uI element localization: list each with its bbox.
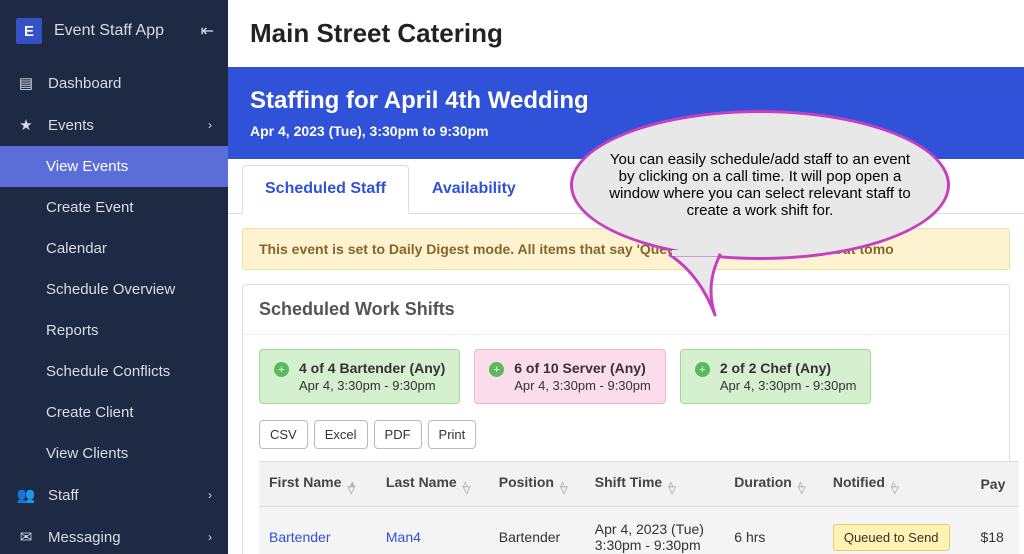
col-last-name[interactable]: Last Name▵▽: [376, 462, 489, 507]
event-datetime: Apr 4, 2023 (Tue), 3:30pm to 9:30pm: [250, 123, 1002, 139]
shift-card-title: 4 of 4 Bartender (Any): [299, 360, 445, 376]
notified-badge: Queued to Send: [833, 524, 950, 551]
brand-name: Event Staff App: [54, 22, 164, 40]
sort-icon: ▲▽: [347, 482, 357, 494]
sidebar-item-label: Schedule Conflicts: [46, 363, 170, 380]
cell-position: Bartender: [489, 507, 585, 554]
cell-pay: $18: [970, 507, 1019, 554]
col-pay[interactable]: Pay: [970, 462, 1019, 507]
sort-icon: ▵▽: [668, 482, 676, 494]
sidebar-item-reports[interactable]: Reports: [0, 310, 228, 351]
sidebar-item-label: View Events: [46, 158, 128, 175]
sidebar-item-schedule-overview[interactable]: Schedule Overview: [0, 269, 228, 310]
sidebar-item-staff[interactable]: 👥 Staff ›: [0, 474, 228, 516]
sidebar-item-label: Schedule Overview: [46, 281, 175, 298]
shift-card-time: Apr 4, 3:30pm - 9:30pm: [299, 378, 445, 393]
export-csv-button[interactable]: CSV: [259, 420, 308, 449]
event-header: Staffing for April 4th Wedding Apr 4, 20…: [228, 67, 1024, 159]
sidebar-item-label: Events: [48, 117, 94, 134]
sidebar-item-label: View Clients: [46, 445, 128, 462]
plus-icon: +: [695, 362, 710, 377]
shift-card-server[interactable]: + 6 of 10 Server (Any) Apr 4, 3:30pm - 9…: [474, 349, 666, 404]
export-pdf-button[interactable]: PDF: [374, 420, 422, 449]
envelope-icon: ✉: [16, 528, 36, 546]
shift-card-time: Apr 4, 3:30pm - 9:30pm: [720, 378, 857, 393]
tab-availability[interactable]: Availability: [409, 165, 539, 213]
plus-icon: +: [274, 362, 289, 377]
brand-logo: E: [16, 18, 42, 44]
star-icon: ★: [16, 116, 36, 134]
sort-icon: ▵▽: [891, 482, 899, 494]
col-notified[interactable]: Notified▵▽: [823, 462, 971, 507]
table-row: Bartender Man4 Bartender Apr 4, 2023 (Tu…: [259, 507, 1019, 554]
collapse-sidebar-icon[interactable]: ⇤: [201, 21, 214, 41]
shift-card-time: Apr 4, 3:30pm - 9:30pm: [514, 378, 651, 393]
cell-duration: 6 hrs: [724, 507, 823, 554]
scheduled-shifts-panel: Scheduled Work Shifts + 4 of 4 Bartender…: [242, 284, 1010, 554]
sidebar-item-calendar[interactable]: Calendar: [0, 228, 228, 269]
export-buttons: CSV Excel PDF Print: [259, 420, 993, 449]
sort-icon: ▵▽: [560, 482, 568, 494]
col-shift-time[interactable]: Shift Time▵▽: [585, 462, 725, 507]
cell-shift-time: Apr 4, 2023 (Tue) 3:30pm - 9:30pm: [585, 507, 725, 554]
panel-title: Scheduled Work Shifts: [243, 285, 1009, 335]
col-duration[interactable]: Duration▵▽: [724, 462, 823, 507]
staff-last-name-link[interactable]: Man4: [386, 529, 421, 545]
dashboard-icon: ▤: [16, 74, 36, 92]
staff-table: First Name▲▽ Last Name▵▽ Position▵▽ Shif…: [259, 461, 1019, 554]
shift-card-title: 2 of 2 Chef (Any): [720, 360, 857, 376]
shift-card-chef[interactable]: + 2 of 2 Chef (Any) Apr 4, 3:30pm - 9:30…: [680, 349, 872, 404]
sidebar-item-label: Calendar: [46, 240, 107, 257]
chevron-right-icon: ›: [208, 118, 212, 132]
sidebar-item-label: Messaging: [48, 529, 121, 546]
col-first-name[interactable]: First Name▲▽: [259, 462, 376, 507]
sidebar-item-view-clients[interactable]: View Clients: [0, 433, 228, 474]
plus-icon: +: [489, 362, 504, 377]
sidebar-item-label: Create Event: [46, 199, 134, 216]
sidebar-item-messaging[interactable]: ✉ Messaging ›: [0, 516, 228, 554]
daily-digest-alert: This event is set to Daily Digest mode. …: [242, 228, 1010, 270]
main-content: Main Street Catering Staffing for April …: [228, 0, 1024, 554]
tab-row: Scheduled Staff Availability: [228, 159, 1024, 214]
sidebar-item-label: Create Client: [46, 404, 134, 421]
sort-icon: ▵▽: [463, 482, 471, 494]
brand-row: E Event Staff App ⇤: [0, 0, 228, 62]
sidebar-item-events[interactable]: ★ Events ›: [0, 104, 228, 146]
sidebar-item-create-client[interactable]: Create Client: [0, 392, 228, 433]
event-title: Staffing for April 4th Wedding: [250, 87, 1002, 115]
sort-icon: ▵▽: [798, 482, 806, 494]
sidebar-item-schedule-conflicts[interactable]: Schedule Conflicts: [0, 351, 228, 392]
org-title: Main Street Catering: [228, 0, 1024, 67]
sidebar: E Event Staff App ⇤ ▤ Dashboard ★ Events…: [0, 0, 228, 554]
export-excel-button[interactable]: Excel: [314, 420, 368, 449]
tab-scheduled-staff[interactable]: Scheduled Staff: [242, 165, 409, 214]
staff-first-name-link[interactable]: Bartender: [269, 529, 330, 545]
chevron-right-icon: ›: [208, 530, 212, 544]
col-position[interactable]: Position▵▽: [489, 462, 585, 507]
sidebar-item-dashboard[interactable]: ▤ Dashboard: [0, 62, 228, 104]
table-header-row: First Name▲▽ Last Name▵▽ Position▵▽ Shif…: [259, 462, 1019, 507]
users-icon: 👥: [16, 486, 36, 504]
print-button[interactable]: Print: [428, 420, 477, 449]
sidebar-item-view-events[interactable]: View Events: [0, 146, 228, 187]
sidebar-item-label: Reports: [46, 322, 99, 339]
chevron-right-icon: ›: [208, 488, 212, 502]
sidebar-item-create-event[interactable]: Create Event: [0, 187, 228, 228]
sidebar-item-label: Dashboard: [48, 75, 121, 92]
shift-card-bartender[interactable]: + 4 of 4 Bartender (Any) Apr 4, 3:30pm -…: [259, 349, 460, 404]
shift-card-title: 6 of 10 Server (Any): [514, 360, 651, 376]
sidebar-item-label: Staff: [48, 487, 79, 504]
shift-cards-row: + 4 of 4 Bartender (Any) Apr 4, 3:30pm -…: [259, 349, 993, 404]
